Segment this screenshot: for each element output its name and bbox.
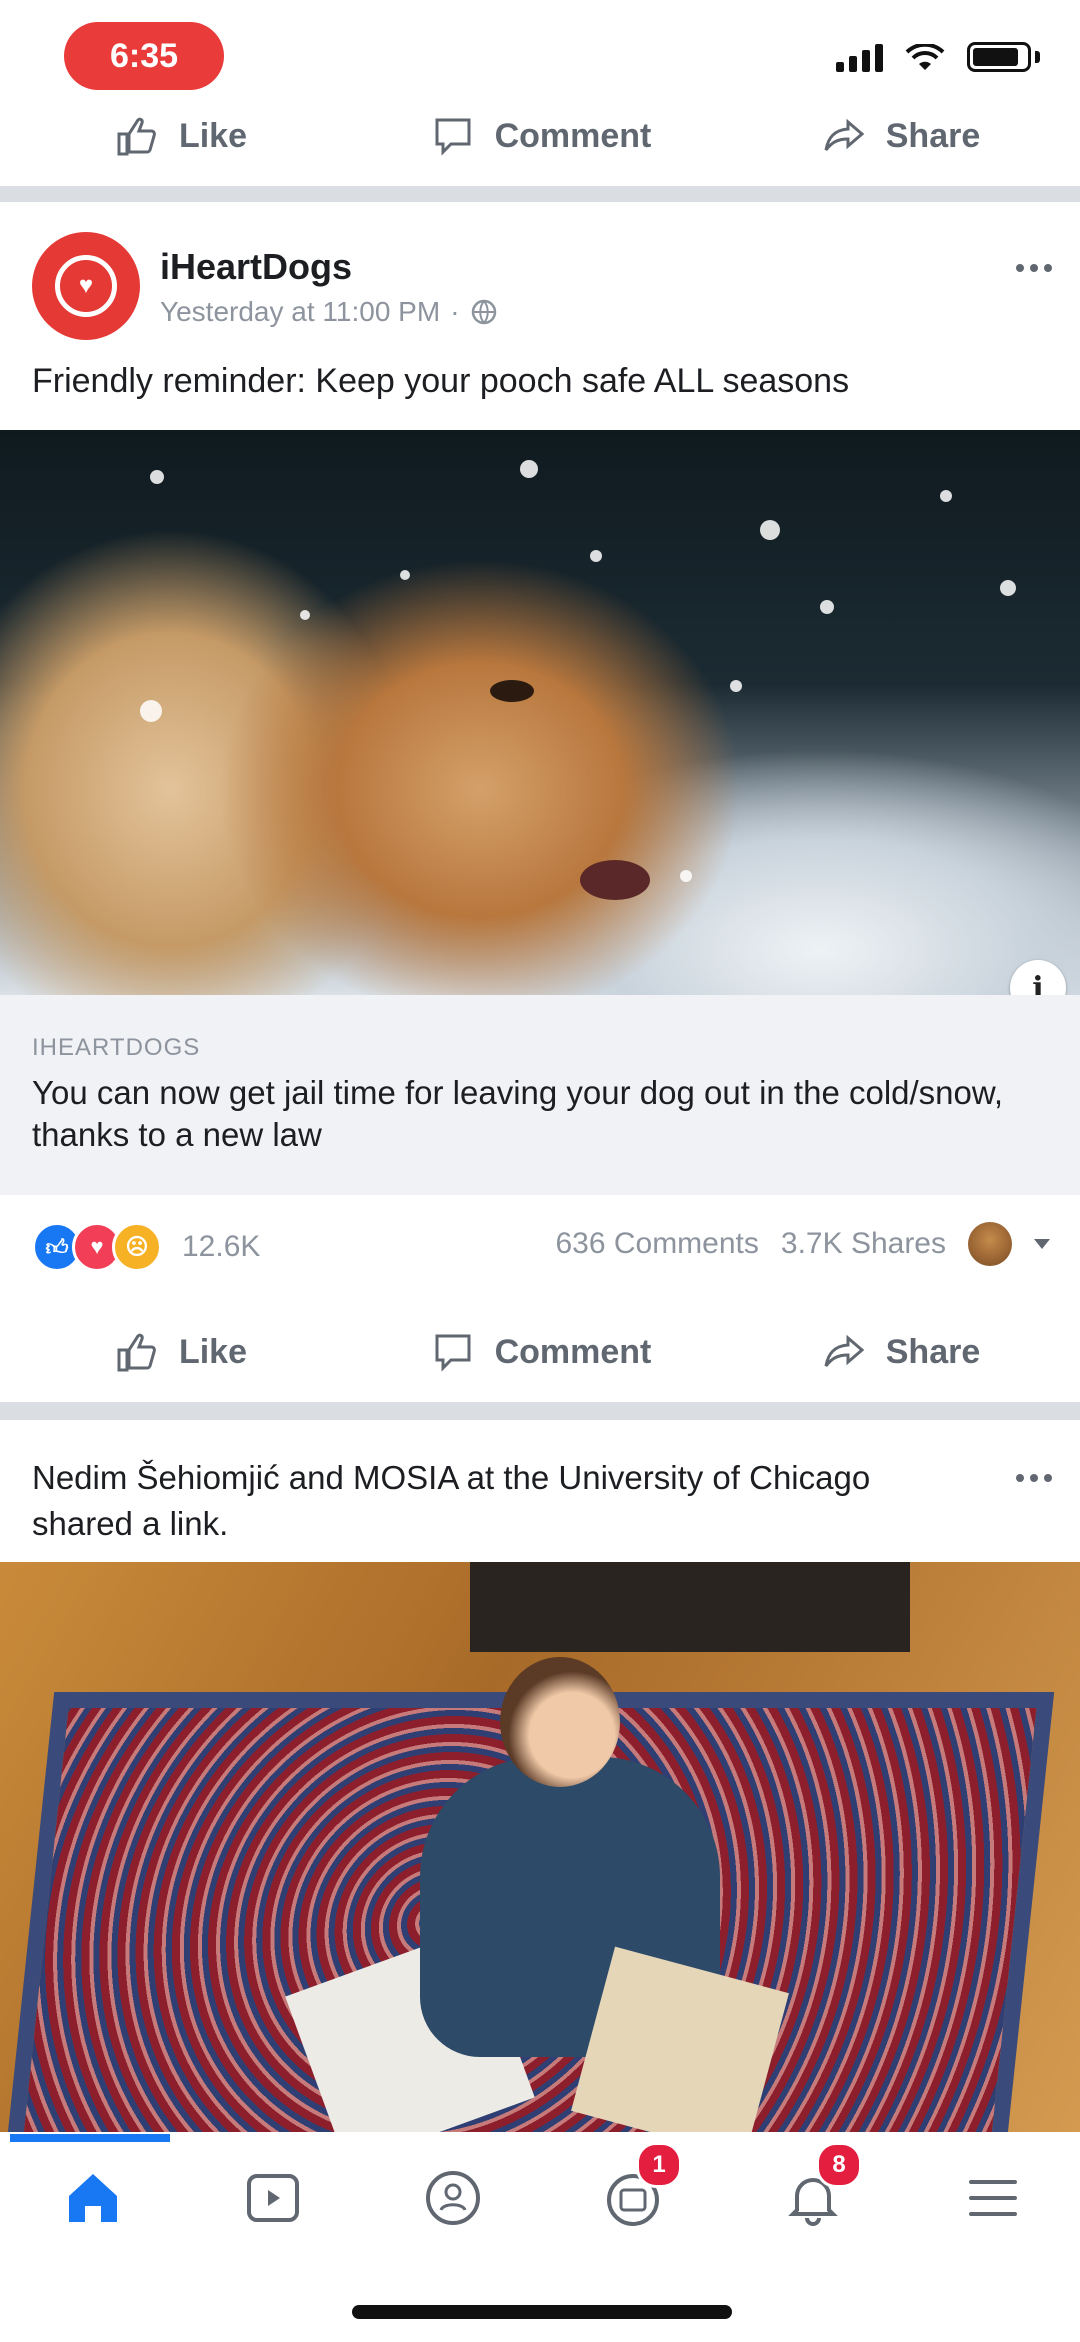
comment-button[interactable]: Comment (360, 112, 720, 160)
like-button[interactable]: Like (0, 112, 360, 160)
tab-notifications[interactable]: 8 (758, 2142, 868, 2248)
post-timestamp[interactable]: Yesterday at 11:00 PM (160, 296, 440, 328)
comment-label: Comment (494, 116, 652, 155)
share-label: Share (885, 1332, 981, 1371)
groups-icon (426, 2171, 480, 2225)
cellular-signal-icon (836, 44, 883, 72)
person (285, 1657, 789, 2132)
shared-link-text[interactable]: Nedim Šehiomjić and MOSIA at the Univers… (32, 1455, 932, 1547)
share-icon (824, 1334, 865, 1367)
post-more-options-icon[interactable] (1010, 1474, 1058, 1482)
link-title[interactable]: You can now get jail time for leaving yo… (32, 1072, 1042, 1156)
comments-count[interactable]: 636 Comments (555, 1227, 758, 1261)
comment-label: Comment (494, 1332, 652, 1371)
viewer-avatar[interactable] (968, 1222, 1012, 1266)
battery-tip (1035, 51, 1040, 63)
page-logo-icon: ♥ (55, 255, 117, 317)
home-indicator[interactable] (352, 2305, 732, 2319)
comment-icon (435, 118, 471, 156)
dog-eye (490, 680, 534, 702)
feed-divider (0, 1402, 1080, 1420)
reactions-count: 12.6K (182, 1230, 261, 1263)
tab-groups[interactable] (398, 2148, 508, 2248)
post-image-person-on-rug[interactable] (0, 1562, 1080, 2132)
system-icons (836, 42, 1040, 72)
tab-marketplace[interactable]: 1 (578, 2142, 688, 2248)
share-icon (824, 118, 865, 151)
post-actions: Like Comment Share (0, 1302, 1080, 1402)
active-tab-indicator (10, 2134, 170, 2142)
tab-watch[interactable] (218, 2148, 328, 2248)
post-image-dog[interactable] (0, 430, 1080, 995)
comment-button[interactable]: Comment (360, 1328, 720, 1376)
share-button[interactable]: Share (720, 112, 1080, 160)
like-label: Like (178, 1332, 248, 1371)
watch-video-icon (247, 2174, 299, 2222)
home-icon (69, 2174, 117, 2222)
battery-icon (967, 42, 1031, 72)
wifi-icon (905, 44, 945, 70)
sad-reaction-icon: ☹ (112, 1222, 162, 1272)
post-stats: 636 Comments 3.7K Shares (555, 1222, 1050, 1266)
like-label: Like (178, 116, 248, 155)
feed-divider (0, 186, 1080, 202)
messages-badge: 8 (816, 2142, 862, 2188)
tab-home[interactable] (38, 2148, 148, 2248)
comment-icon (435, 1334, 471, 1372)
previous-post-actions: Like Comment Share (0, 86, 1080, 186)
reactions-summary[interactable]: 👍︎ ♥ ☹ 12.6K (32, 1222, 260, 1272)
hamburger-menu-icon (969, 2180, 1017, 2216)
shares-count[interactable]: 3.7K Shares (781, 1227, 946, 1261)
thumbs-up-icon (117, 117, 156, 156)
globe-icon (471, 299, 496, 325)
post-more-options-icon[interactable] (1010, 264, 1058, 272)
tab-menu[interactable] (938, 2148, 1048, 2248)
dog-nose (580, 860, 650, 900)
link-domain: IHEARTDOGS (32, 1034, 201, 1061)
status-time: 6:35 (64, 22, 224, 90)
share-button[interactable]: Share (720, 1328, 1080, 1376)
chevron-down-icon[interactable] (1034, 1239, 1050, 1249)
thumbs-up-icon (117, 1333, 156, 1372)
notifications-badge: 1 (636, 2142, 682, 2188)
post-meta: Yesterday at 11:00 PM · (160, 296, 498, 328)
share-label: Share (885, 116, 981, 155)
post-text: Friendly reminder: Keep your pooch safe … (32, 362, 850, 400)
coffee-table (470, 1562, 910, 1652)
like-button[interactable]: Like (0, 1328, 360, 1376)
post-author[interactable]: iHeartDogs (160, 246, 352, 288)
page-avatar[interactable]: ♥ (32, 232, 140, 340)
